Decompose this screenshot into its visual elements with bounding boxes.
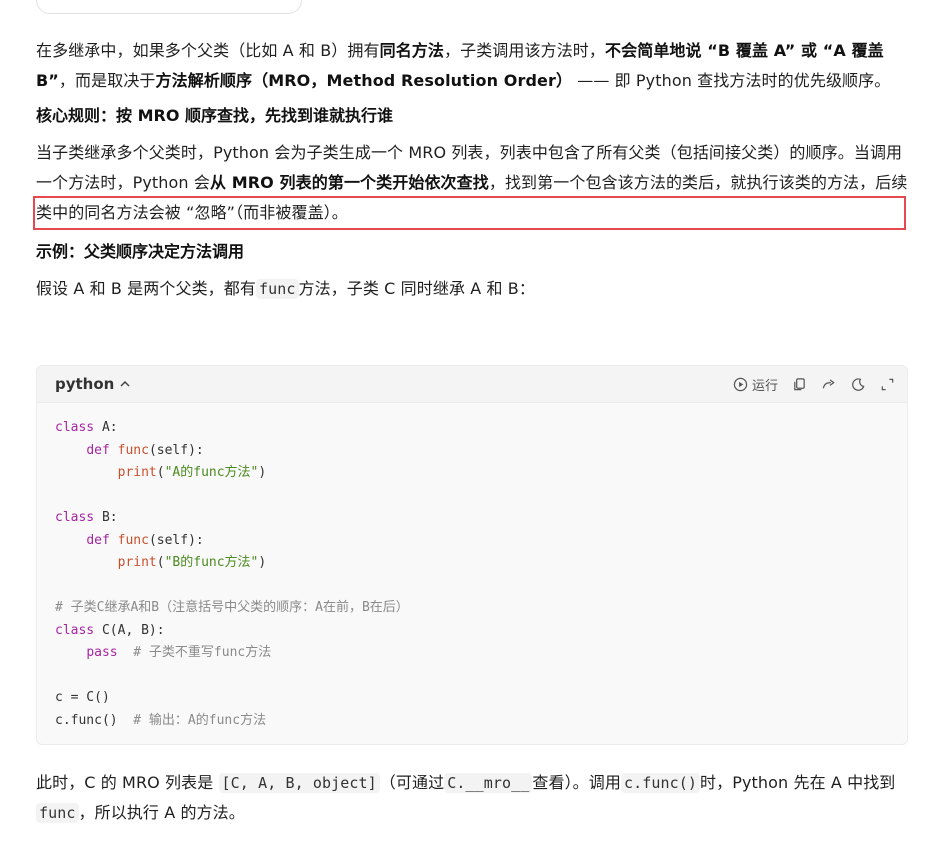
code-keyword: pass xyxy=(86,645,118,660)
theme-icon[interactable] xyxy=(851,377,866,392)
intro-bold-3: 方法解析顺序（MRO，Method Resolution Order） xyxy=(155,71,573,90)
code-string: "A的func方法" xyxy=(164,465,259,480)
intro-text-4: —— 即 Python 查找方法时的优先级顺序。 xyxy=(572,71,891,90)
expand-icon[interactable] xyxy=(880,377,895,392)
code-content: class A: def func(self): print("A的func方法… xyxy=(37,403,907,744)
code-builtin: print xyxy=(117,555,157,570)
share-icon[interactable] xyxy=(821,377,837,392)
code-text: c.func() xyxy=(55,712,118,728)
code-comment: # 子类不重写func方法 xyxy=(117,645,272,660)
intro-text-1: 在多继承中，如果多个父类（比如 A 和 B）拥有 xyxy=(36,41,380,60)
example-heading: 示例：父类顺序决定方法调用 xyxy=(36,242,245,261)
inline-code-mro-attr: C.__mro__ xyxy=(444,773,533,793)
play-icon xyxy=(733,377,748,391)
conclusion-text-3: 查看）。调用 xyxy=(532,773,621,792)
run-button[interactable]: 运行 xyxy=(733,375,778,394)
run-label: 运行 xyxy=(751,378,778,394)
code-header: python 运行 xyxy=(37,366,907,403)
code-comment: # 子类C继承A和B（注意括号中父类的顺序：A在前，B在后） xyxy=(55,600,409,615)
inline-code-func: func xyxy=(255,279,299,299)
code-text: (self): xyxy=(148,532,204,548)
conclusion-text-2: （可通过 xyxy=(379,773,445,792)
code-function: func xyxy=(117,532,149,548)
intro-paragraph: 在多继承中，如果多个父类（比如 A 和 B）拥有同名方法，子类调用该方法时，不会… xyxy=(36,36,908,96)
previous-card xyxy=(36,0,302,14)
code-keyword: class xyxy=(55,622,95,638)
language-label: python xyxy=(55,375,115,393)
code-block: python 运行 class A: def func(self): print… xyxy=(36,365,908,745)
code-text: (self): xyxy=(148,442,204,458)
rule-text-1: 当子类继承多个父类时，Python 会为子类生成一个 MRO 列表，列表中包含了… xyxy=(36,143,854,162)
code-keyword: def xyxy=(86,442,110,458)
code-toolbar: 运行 xyxy=(733,375,895,394)
code-text: c = C() xyxy=(55,690,110,705)
code-keyword: def xyxy=(86,532,110,548)
conclusion-text-5: ，所以执行 A 的方法。 xyxy=(78,803,245,822)
language-toggle[interactable]: python xyxy=(55,375,132,393)
copy-icon[interactable] xyxy=(792,377,807,392)
inline-code-func-2: func xyxy=(36,803,79,823)
chevron-up-icon xyxy=(120,380,130,387)
code-builtin: print xyxy=(117,465,157,480)
code-string: "B的func方法" xyxy=(164,555,259,570)
example-text-2: 方法，子类 C 同时继承 A 和 B： xyxy=(298,279,535,298)
answer-content: 在多继承中，如果多个父类（比如 A 和 B）拥有同名方法，子类调用该方法时，不会… xyxy=(36,36,908,304)
code-text: A: xyxy=(94,420,118,435)
code-keyword: class xyxy=(55,420,95,435)
code-text: B: xyxy=(94,510,118,525)
code-text: ) xyxy=(258,465,267,480)
code-keyword: class xyxy=(55,510,95,525)
inline-code-call: c.func() xyxy=(620,773,701,793)
rule-bold: 从 MRO 列表的第一个类开始依次查找 xyxy=(209,173,489,192)
intro-bold-1: 同名方法 xyxy=(379,41,444,60)
intro-text-2: ，子类调用该方法时， xyxy=(444,41,606,60)
rule-paragraph: 当子类继承多个父类时，Python 会为子类生成一个 MRO 列表，列表中包含了… xyxy=(36,138,908,228)
code-text: ) xyxy=(258,555,267,570)
rule-heading: 核心规则：按 MRO 顺序查找，先找到谁就执行谁 xyxy=(36,106,393,125)
conclusion-section: 此时，C 的 MRO 列表是 [C, A, B, object] （可通过 C.__… xyxy=(36,768,908,828)
code-text: ( xyxy=(156,465,165,480)
intro-text-3: ，而是取决于 xyxy=(58,71,156,90)
code-function: func xyxy=(117,442,149,458)
conclusion-text-1: 此时，C 的 MRO 列表是 xyxy=(36,773,219,792)
code-comment: # 输出：A的func方法 xyxy=(117,712,267,728)
conclusion-text-4: 时，Python 先在 A 中找到 xyxy=(700,773,896,792)
example-paragraph: 假设 A 和 B 是两个父类，都有 func 方法，子类 C 同时继承 A 和 B： xyxy=(36,274,908,304)
conclusion-paragraph: 此时，C 的 MRO 列表是 [C, A, B, object] （可通过 C.__… xyxy=(36,768,908,828)
inline-code-mro-list: [C, A, B, object] xyxy=(218,773,380,793)
code-text: ( xyxy=(156,555,165,570)
example-text-1: 假设 A 和 B 是两个父类，都有 xyxy=(36,279,256,298)
code-text: C(A, B): xyxy=(94,622,165,638)
